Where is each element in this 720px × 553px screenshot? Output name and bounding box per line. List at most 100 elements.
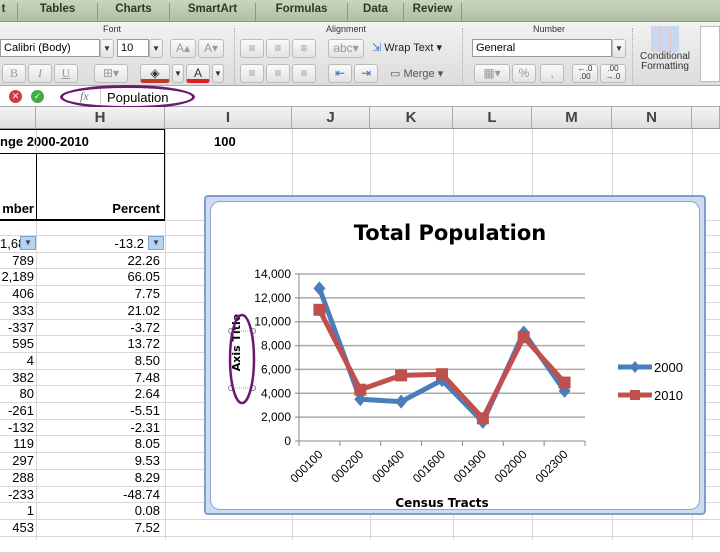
percent-cell[interactable]: 13.72 [36,336,160,351]
column-header-h[interactable]: H [36,107,165,129]
merge-button[interactable]: ▭ Merge ▾ [390,67,443,80]
column-header-k[interactable]: K [370,107,453,129]
number-cell[interactable]: 1,68 [0,236,20,251]
text-orientation-icon[interactable]: abc▾ [328,39,364,58]
percent-button[interactable]: % [512,64,536,83]
percent-cell[interactable]: 21.02 [36,303,160,318]
percent-cell[interactable]: 7.75 [36,286,160,301]
tab-smartart[interactable]: SmartArt [170,3,256,22]
percent-cell[interactable]: 9.53 [36,453,160,468]
column-header-j[interactable]: J [292,107,370,129]
column-header-n[interactable]: N [612,107,692,129]
tab-t[interactable]: t [0,3,18,22]
fill-color-dropdown[interactable]: ▼ [172,64,184,83]
percent-cell[interactable]: -2.31 [36,420,160,435]
number-cell[interactable]: 297 [0,453,34,468]
percent-cell[interactable]: 8.50 [36,353,160,368]
font-color-icon[interactable]: A [186,64,210,83]
legend-marker-2000 [630,361,640,373]
number-format-select[interactable]: General [472,39,612,57]
number-cell[interactable]: 333 [0,303,34,318]
wrap-text-button[interactable]: ⇲ Wrap Text ▾ [372,41,442,54]
percent-cell[interactable]: 66.05 [36,269,160,284]
align-left-icon[interactable]: ≡ [240,64,264,83]
number-format-dropdown[interactable]: ▼ [612,39,626,58]
increase-indent-icon[interactable]: ⇥ [354,64,378,83]
comma-button[interactable]: , [540,64,564,83]
borders-icon[interactable]: ⊞▾ [94,64,128,83]
styles-gallery[interactable] [700,26,720,82]
column-header-m[interactable]: M [532,107,612,129]
cell-border [0,129,165,130]
font-size-select[interactable]: 10 [117,39,149,57]
percent-cell[interactable]: 8.29 [36,470,160,485]
decrease-font-icon[interactable]: A▾ [198,39,224,58]
number-cell[interactable]: 1 [0,503,34,518]
font-name-select[interactable]: Calibri (Body) [0,39,100,57]
font-color-dropdown[interactable]: ▼ [212,64,224,83]
underline-button[interactable]: U [54,64,78,83]
percent-cell[interactable]: -13.2 [36,236,144,251]
font-name-dropdown[interactable]: ▼ [100,39,114,58]
percent-cell[interactable]: 7.52 [36,520,160,535]
bold-button[interactable]: B [2,64,26,83]
tab-data[interactable]: Data [348,3,404,22]
number-cell[interactable]: 382 [0,370,34,385]
tab-formulas[interactable]: Formulas [256,3,348,22]
header-title-cell[interactable]: nge 2000-2010 [0,134,89,149]
conditional-formatting-button[interactable]: Conditional Formatting [637,26,693,72]
currency-icon[interactable]: ▦▾ [474,64,510,83]
percent-cell[interactable]: -5.51 [36,403,160,418]
fill-color-icon[interactable]: ◈ [140,64,170,83]
number-cell[interactable]: 453 [0,520,34,535]
percent-cell[interactable]: -3.72 [36,320,160,335]
align-right-icon[interactable]: ≡ [292,64,316,83]
percent-cell[interactable]: 22.26 [36,253,160,268]
decrease-indent-icon[interactable]: ⇤ [328,64,352,83]
column-header[interactable] [692,107,720,129]
autocomplete-dropdown-icon[interactable]: ▼ [20,236,36,250]
decrease-decimal-icon[interactable]: .00 →.0 [600,64,626,83]
tab-charts[interactable]: Charts [98,3,170,22]
chart-area[interactable]: Total Population 0 2,000 4,000 6,000 8,000 10,… [210,201,700,510]
increase-decimal-icon[interactable]: ←.0.00 [572,64,598,83]
x-tick-label: 002300 [532,447,570,485]
number-cell[interactable]: 119 [0,436,34,451]
number-header-cell[interactable]: mber [0,201,34,216]
percent-cell[interactable]: 0.08 [36,503,160,518]
percent-cell[interactable]: 8.05 [36,436,160,451]
number-cell[interactable]: -132 [0,420,34,435]
number-cell[interactable]: 4 [0,353,34,368]
tab-review[interactable]: Review [404,3,462,22]
percent-cell[interactable]: -48.74 [36,487,160,502]
number-cell[interactable]: 789 [0,253,34,268]
increase-font-icon[interactable]: A▴ [170,39,196,58]
column-header-l[interactable]: L [453,107,532,129]
align-center-icon[interactable]: ≡ [266,64,290,83]
font-size-dropdown[interactable]: ▼ [149,39,163,58]
confirm-icon[interactable]: ✓ [31,90,44,103]
percent-cell[interactable]: 2.64 [36,386,160,401]
column-header[interactable] [0,107,36,129]
number-cell[interactable]: 406 [0,286,34,301]
number-cell[interactable]: -337 [0,320,34,335]
column-header-i[interactable]: I [165,107,292,129]
number-cell[interactable]: -233 [0,487,34,502]
number-cell[interactable]: 288 [0,470,34,485]
align-top-icon[interactable]: ≡ [240,39,264,58]
percent-header-cell[interactable]: Percent [36,201,160,216]
tab-tables[interactable]: Tables [18,3,98,22]
percent-cell[interactable]: 7.48 [36,370,160,385]
divider [632,28,633,84]
autocomplete-dropdown-icon[interactable]: ▼ [148,236,164,250]
chart[interactable]: Total Population 0 2,000 4,000 6,000 8,000 10,… [204,195,706,515]
italic-button[interactable]: I [28,64,52,83]
number-cell[interactable]: 80 [0,386,34,401]
cancel-icon[interactable]: ✕ [9,90,22,103]
number-cell[interactable]: 2,189 [0,269,34,284]
number-cell[interactable]: -261 [0,403,34,418]
cell-i1[interactable]: 100 [214,134,236,149]
number-cell[interactable]: 595 [0,336,34,351]
align-bottom-icon[interactable]: ≡ [292,39,316,58]
align-middle-icon[interactable]: ≡ [266,39,290,58]
